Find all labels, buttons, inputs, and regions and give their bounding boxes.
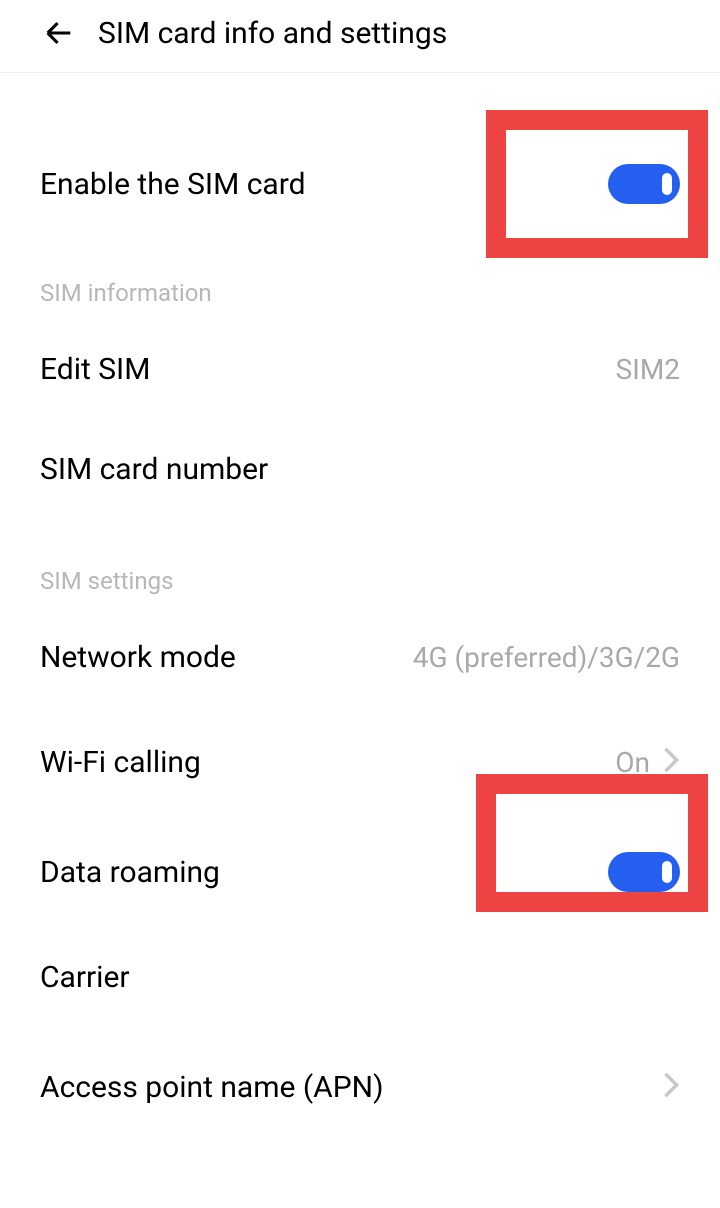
row-data-roaming[interactable]: Data roaming xyxy=(40,817,680,927)
network-mode-value: 4G (preferred)/3G/2G xyxy=(413,641,680,674)
network-mode-label: Network mode xyxy=(40,640,236,675)
row-network-mode[interactable]: Network mode 4G (preferred)/3G/2G xyxy=(40,607,680,707)
row-carrier[interactable]: Carrier xyxy=(40,927,680,1027)
edit-sim-value: SIM2 xyxy=(616,353,680,386)
row-wifi-calling[interactable]: Wi-Fi calling On xyxy=(40,707,680,817)
section-sim-settings: SIM settings xyxy=(40,519,680,607)
chevron-right-icon xyxy=(662,1071,680,1103)
wifi-calling-value: On xyxy=(615,746,650,779)
enable-sim-label: Enable the SIM card xyxy=(40,167,306,202)
row-enable-sim[interactable]: Enable the SIM card xyxy=(40,129,680,239)
wifi-calling-label: Wi-Fi calling xyxy=(40,745,201,780)
data-roaming-toggle[interactable] xyxy=(608,852,680,892)
page-title: SIM card info and settings xyxy=(98,16,447,51)
sim-card-number-label: SIM card number xyxy=(40,452,268,487)
header-bar: SIM card info and settings xyxy=(0,0,720,73)
back-arrow-icon[interactable] xyxy=(40,14,78,52)
carrier-label: Carrier xyxy=(40,960,130,995)
row-sim-card-number[interactable]: SIM card number xyxy=(40,419,680,519)
data-roaming-label: Data roaming xyxy=(40,855,220,890)
row-apn[interactable]: Access point name (APN) xyxy=(40,1027,680,1147)
chevron-right-icon xyxy=(662,746,680,778)
enable-sim-toggle[interactable] xyxy=(608,164,680,204)
row-edit-sim[interactable]: Edit SIM SIM2 xyxy=(40,319,680,419)
apn-label: Access point name (APN) xyxy=(40,1070,384,1105)
section-sim-information: SIM information xyxy=(40,239,680,319)
edit-sim-label: Edit SIM xyxy=(40,352,150,387)
